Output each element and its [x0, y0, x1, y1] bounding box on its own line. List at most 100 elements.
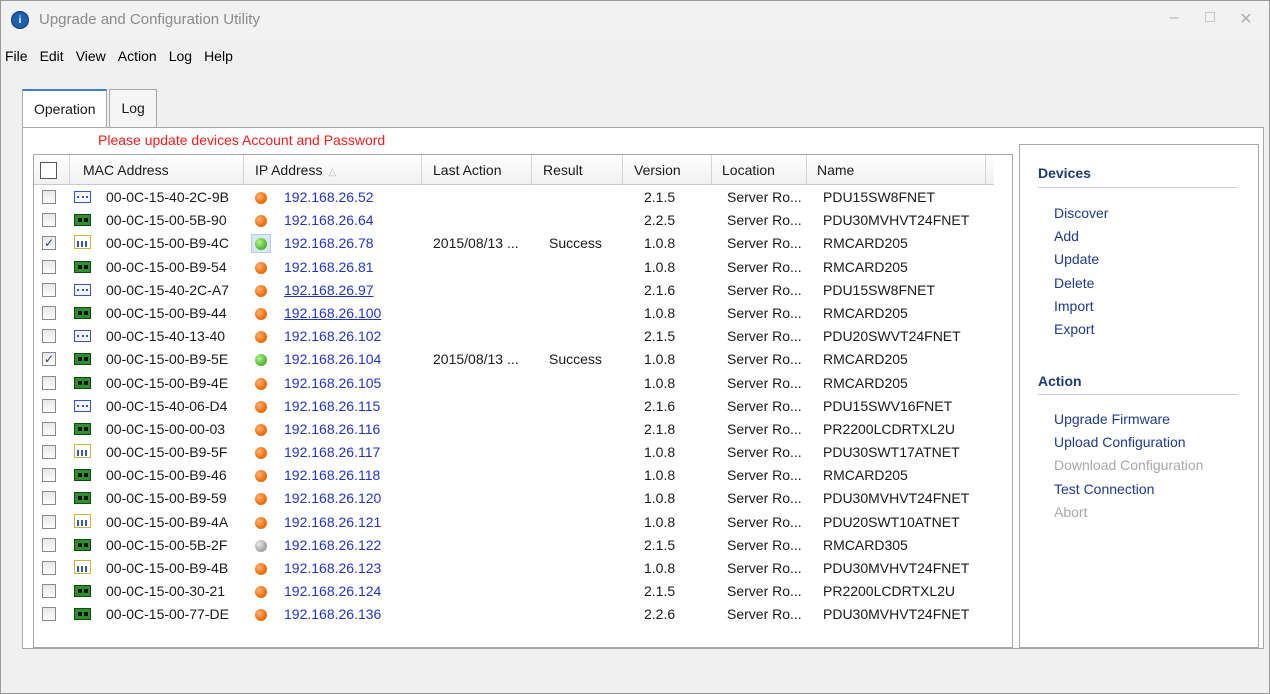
- row-checkbox[interactable]: [42, 607, 56, 622]
- table-row[interactable]: 00-0C-15-40-13-40 192.168.26.102 2.1.5 Serv…: [34, 325, 994, 348]
- table-row[interactable]: 00-0C-15-00-B9-4E 192.168.26.105 1.0.8 Serv…: [34, 372, 994, 395]
- row-checkbox[interactable]: [42, 491, 56, 506]
- table-row[interactable]: 00-0C-15-00-30-21 192.168.26.124 2.1.5 Serv…: [34, 580, 994, 603]
- tab-operation[interactable]: Operation: [22, 89, 108, 129]
- column-mac-address[interactable]: MAC Address: [70, 155, 244, 185]
- menu-file[interactable]: File: [1, 45, 34, 67]
- table-row[interactable]: 00-0C-15-00-B9-54 192.168.26.81 1.0.8 Serve…: [34, 256, 994, 279]
- location-cell: Server Ro...: [727, 467, 802, 484]
- ip-address-link[interactable]: 192.168.26.122: [284, 534, 381, 557]
- last-action-cell: 2015/08/13 ...: [433, 351, 519, 368]
- select-all-checkbox[interactable]: [40, 162, 57, 179]
- action-import[interactable]: Import: [1054, 298, 1094, 314]
- ip-address-link[interactable]: 192.168.26.120: [284, 487, 381, 510]
- table-row[interactable]: 00-0C-15-00-77-DE 192.168.26.136 2.2.6 Serv…: [34, 603, 994, 626]
- table-row[interactable]: ✓ 00-0C-15-00-B9-4C 192.168.26.78 2015/08/1…: [34, 232, 994, 255]
- column-result[interactable]: Result: [532, 155, 623, 185]
- menu-view[interactable]: View: [70, 45, 112, 67]
- row-checkbox[interactable]: [42, 561, 56, 575]
- ip-address-link[interactable]: 192.168.26.123: [284, 557, 381, 580]
- column-ip-address[interactable]: IP Address △: [244, 155, 422, 185]
- action-update[interactable]: Update: [1054, 251, 1099, 267]
- ip-address-link[interactable]: 192.168.26.78: [284, 232, 374, 255]
- row-checkbox[interactable]: [42, 213, 56, 228]
- row-checkbox[interactable]: [42, 259, 56, 274]
- action-upload-configuration[interactable]: Upload Configuration: [1054, 434, 1186, 450]
- row-checkbox[interactable]: [42, 421, 56, 436]
- ip-address-link[interactable]: 192.168.26.104: [284, 348, 381, 371]
- location-cell: Server Ro...: [727, 606, 802, 623]
- table-row[interactable]: 00-0C-15-00-B9-44 192.168.26.100 1.0.8 Serv…: [34, 302, 994, 325]
- ip-address-link[interactable]: 192.168.26.117: [284, 441, 380, 464]
- ip-address-link[interactable]: 192.168.26.124: [284, 580, 381, 603]
- row-checkbox[interactable]: [42, 398, 56, 413]
- tab-log[interactable]: Log: [109, 89, 157, 127]
- network-card-icon: [74, 214, 91, 227]
- table-row[interactable]: 00-0C-15-40-2C-9B 192.168.26.52 2.1.5 Serve…: [34, 186, 994, 209]
- table-row[interactable]: 00-0C-15-40-06-D4 192.168.26.115 2.1.6 Serv…: [34, 395, 994, 418]
- row-checkbox[interactable]: [42, 514, 56, 529]
- column-location[interactable]: Location: [712, 155, 807, 185]
- action-export[interactable]: Export: [1054, 321, 1094, 337]
- ip-address-link[interactable]: 192.168.26.102: [284, 325, 381, 348]
- menu-edit[interactable]: Edit: [34, 45, 70, 67]
- devices-section-title: Devices: [1038, 165, 1091, 181]
- table-row[interactable]: 00-0C-15-00-5B-2F 192.168.26.122 2.1.5 Serv…: [34, 534, 994, 557]
- column-name[interactable]: Name: [807, 155, 986, 185]
- power-strip-icon: [74, 191, 91, 203]
- row-checkbox[interactable]: ✓: [42, 352, 56, 367]
- title-bar[interactable]: i Upgrade and Configuration Utility – □ …: [1, 1, 1269, 39]
- ip-address-link[interactable]: 192.168.26.115: [284, 395, 380, 418]
- minimize-icon[interactable]: –: [1165, 9, 1183, 29]
- version-cell: 1.0.8: [644, 467, 676, 484]
- row-checkbox[interactable]: [42, 468, 56, 483]
- devices-divider: [1038, 187, 1238, 188]
- row-checkbox[interactable]: [42, 445, 56, 460]
- action-discover[interactable]: Discover: [1054, 205, 1108, 221]
- row-checkbox[interactable]: [42, 537, 56, 552]
- device-name-cell: PDU30MVHVT24FNET: [823, 560, 970, 576]
- row-checkbox[interactable]: ✓: [42, 236, 56, 251]
- row-checkbox[interactable]: [42, 375, 56, 390]
- table-row[interactable]: 00-0C-15-00-00-03 192.168.26.116 2.1.8 Serv…: [34, 418, 994, 441]
- location-cell: Server Ro...: [727, 235, 802, 252]
- action-add[interactable]: Add: [1054, 228, 1079, 244]
- ip-address-link[interactable]: 192.168.26.64: [284, 209, 374, 232]
- close-icon[interactable]: ✕: [1237, 9, 1255, 29]
- action-test-connection[interactable]: Test Connection: [1054, 481, 1154, 497]
- ip-address-link[interactable]: 192.168.26.52: [284, 186, 374, 209]
- menu-action[interactable]: Action: [112, 45, 163, 67]
- menu-help[interactable]: Help: [198, 45, 239, 67]
- table-row[interactable]: 00-0C-15-00-B9-4A 192.168.26.121 1.0.8 Serv…: [34, 511, 994, 534]
- ip-address-link[interactable]: 192.168.26.81: [284, 256, 374, 279]
- ip-address-link[interactable]: 192.168.26.97: [284, 279, 374, 302]
- action-delete[interactable]: Delete: [1054, 275, 1094, 291]
- ip-address-link[interactable]: 192.168.26.116: [284, 418, 380, 441]
- ip-address-link[interactable]: 192.168.26.118: [284, 464, 380, 487]
- table-row[interactable]: 00-0C-15-00-B9-59 192.168.26.120 1.0.8 Serv…: [34, 487, 994, 510]
- column-last-action-label: Last Action: [433, 162, 502, 178]
- network-card-icon: [74, 585, 91, 598]
- ip-address-link[interactable]: 192.168.26.121: [284, 511, 381, 534]
- table-row[interactable]: 00-0C-15-00-5B-90 192.168.26.64 2.2.5 Serve…: [34, 209, 994, 232]
- ip-address-link[interactable]: 192.168.26.100: [284, 302, 381, 325]
- status-warning-icon: [255, 331, 267, 344]
- table-row[interactable]: 00-0C-15-00-B9-4B 192.168.26.123 1.0.8 Serv…: [34, 557, 994, 580]
- column-last-action[interactable]: Last Action: [422, 155, 532, 185]
- column-version[interactable]: Version: [623, 155, 712, 185]
- action-upgrade-firmware[interactable]: Upgrade Firmware: [1054, 411, 1170, 427]
- table-row[interactable]: ✓ 00-0C-15-00-B9-5E 192.168.26.104 2015/08/…: [34, 348, 994, 371]
- row-checkbox[interactable]: [42, 584, 56, 599]
- ip-address-link[interactable]: 192.168.26.136: [284, 603, 381, 626]
- row-checkbox[interactable]: [42, 282, 56, 297]
- menu-log[interactable]: Log: [163, 45, 198, 67]
- row-checkbox[interactable]: [42, 329, 56, 344]
- row-checkbox[interactable]: [42, 190, 56, 204]
- table-row[interactable]: 00-0C-15-00-B9-5F 192.168.26.117 1.0.8 Serv…: [34, 441, 994, 464]
- row-checkbox[interactable]: [42, 305, 56, 320]
- ip-address-link[interactable]: 192.168.26.105: [284, 372, 381, 395]
- status-warning-icon: [255, 423, 267, 436]
- table-row[interactable]: 00-0C-15-40-2C-A7 192.168.26.97 2.1.6 Serve…: [34, 279, 994, 302]
- maximize-icon[interactable]: □: [1201, 9, 1219, 29]
- table-row[interactable]: 00-0C-15-00-B9-46 192.168.26.118 1.0.8 Serv…: [34, 464, 994, 487]
